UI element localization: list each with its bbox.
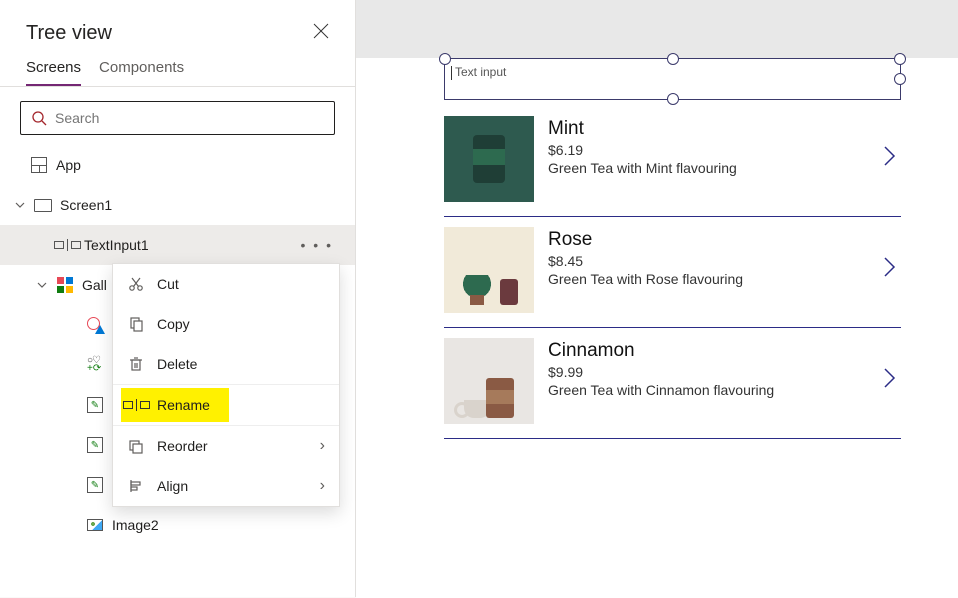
panel-tabs: Screens Components xyxy=(0,59,355,87)
product-desc: Green Tea with Mint flavouring xyxy=(548,160,869,176)
tree-node-app[interactable]: App xyxy=(0,145,355,185)
menu-align[interactable]: Align › xyxy=(113,466,339,506)
chevron-down-icon[interactable] xyxy=(14,200,26,210)
screen-artboard: Text input Mint $6.19 Green Tea with Min… xyxy=(356,58,958,598)
menu-copy[interactable]: Copy xyxy=(113,304,339,344)
selection-handle[interactable] xyxy=(894,73,906,85)
product-desc: Green Tea with Rose flavouring xyxy=(548,271,869,287)
menu-label: Align xyxy=(157,478,188,494)
tab-screens[interactable]: Screens xyxy=(26,59,81,86)
product-price: $8.45 xyxy=(548,253,869,269)
gallery-item[interactable]: Mint $6.19 Green Tea with Mint flavourin… xyxy=(444,106,901,217)
search-icon xyxy=(31,110,47,126)
tree-label: Image2 xyxy=(112,517,159,533)
delete-icon xyxy=(127,355,145,373)
screen-icon xyxy=(34,196,52,214)
chevron-right-icon[interactable] xyxy=(883,367,901,395)
tree-node-image2[interactable]: Image2 xyxy=(0,505,355,545)
context-menu: Cut Copy Delete Rename Reorder › Alig xyxy=(112,263,340,507)
product-desc: Green Tea with Cinnamon flavouring xyxy=(548,382,869,398)
menu-label: Cut xyxy=(157,276,179,292)
menu-cut[interactable]: Cut xyxy=(113,264,339,304)
tree-label: App xyxy=(56,157,81,173)
chevron-right-icon: › xyxy=(320,437,325,455)
edit-icon xyxy=(86,396,104,414)
product-image xyxy=(444,116,534,202)
textinput-icon xyxy=(58,236,76,254)
chevron-right-icon[interactable] xyxy=(883,256,901,284)
selection-handle[interactable] xyxy=(667,93,679,105)
design-canvas: Text input Mint $6.19 Green Tea with Min… xyxy=(356,0,958,597)
product-title: Cinnamon xyxy=(548,340,869,362)
tree-node-textinput1[interactable]: TextInput1 • • • xyxy=(0,225,355,265)
cut-icon xyxy=(127,275,145,293)
copy-icon xyxy=(127,315,145,333)
product-price: $6.19 xyxy=(548,142,869,158)
icons-icon xyxy=(86,356,104,374)
gallery-item[interactable]: Rose $8.45 Green Tea with Rose flavourin… xyxy=(444,217,901,328)
align-icon xyxy=(127,477,145,495)
rename-icon xyxy=(127,396,145,414)
menu-reorder[interactable]: Reorder › xyxy=(113,426,339,466)
product-image xyxy=(444,227,534,313)
more-options-button[interactable]: • • • xyxy=(301,237,343,253)
menu-label: Rename xyxy=(157,397,210,413)
selection-handle[interactable] xyxy=(439,53,451,65)
product-image xyxy=(444,338,534,424)
gallery-icon xyxy=(56,276,74,294)
selection-handle[interactable] xyxy=(667,53,679,65)
menu-label: Copy xyxy=(157,316,190,332)
search-box[interactable] xyxy=(20,101,335,135)
textinput-control-selected[interactable]: Text input xyxy=(444,58,901,100)
menu-label: Reorder xyxy=(157,438,208,454)
tab-components[interactable]: Components xyxy=(99,59,184,86)
product-title: Mint xyxy=(548,118,869,140)
tree-node-screen1[interactable]: Screen1 xyxy=(0,185,355,225)
shape-icon xyxy=(86,316,104,334)
search-input[interactable] xyxy=(55,110,324,126)
product-title: Rose xyxy=(548,229,869,251)
panel-title: Tree view xyxy=(26,22,112,45)
gallery-item[interactable]: Cinnamon $9.99 Green Tea with Cinnamon f… xyxy=(444,328,901,439)
selection-handle[interactable] xyxy=(894,53,906,65)
chevron-right-icon: › xyxy=(320,477,325,495)
menu-rename[interactable]: Rename xyxy=(121,388,229,422)
edit-icon xyxy=(86,436,104,454)
product-price: $9.99 xyxy=(548,364,869,380)
reorder-icon xyxy=(127,437,145,455)
edit-icon xyxy=(86,476,104,494)
image-icon xyxy=(86,516,104,534)
gallery-control: Mint $6.19 Green Tea with Mint flavourin… xyxy=(444,106,901,439)
tree-label: Screen1 xyxy=(60,197,112,213)
menu-label: Delete xyxy=(157,356,197,372)
app-icon xyxy=(30,156,48,174)
chevron-right-icon[interactable] xyxy=(883,145,901,173)
tree-label: TextInput1 xyxy=(84,237,149,253)
close-icon[interactable] xyxy=(313,23,329,44)
chevron-down-icon[interactable] xyxy=(36,280,48,290)
tree-label: Gall xyxy=(82,277,107,293)
menu-delete[interactable]: Delete xyxy=(113,344,339,384)
textinput-placeholder: Text input xyxy=(451,65,506,80)
